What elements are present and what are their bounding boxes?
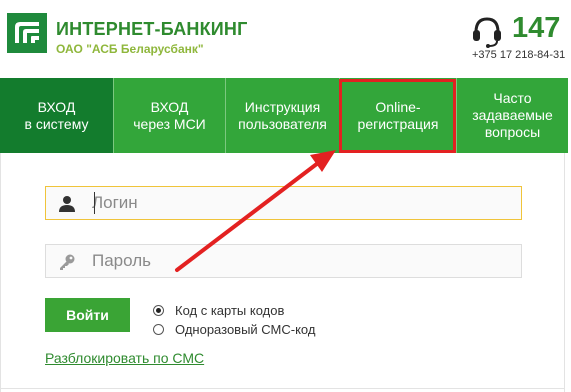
radio-button-unchecked[interactable] — [153, 324, 164, 335]
phone-number: +375 17 218-84-31 — [472, 49, 566, 61]
login-button[interactable]: Войти — [45, 298, 130, 332]
radio-label-code-card: Код с карты кодов — [175, 303, 285, 318]
radio-code-card[interactable]: Код с карты кодов — [153, 303, 284, 318]
login-input[interactable] — [92, 189, 512, 217]
key-icon — [58, 253, 76, 271]
password-input[interactable] — [92, 247, 512, 275]
radio-button-checked[interactable] — [153, 305, 164, 316]
text-cursor — [94, 192, 95, 214]
hotline-number: 147 — [512, 12, 561, 44]
unlock-by-sms-link[interactable]: Разблокировать по СМС — [45, 350, 204, 366]
main-nav: ВХОД в систему ВХОД через МСИ Инструкция… — [0, 78, 568, 163]
page-header: ИНТЕРНЕТ-БАНКИНГ ОАО "АСБ Беларусбанк" 1… — [0, 0, 571, 78]
tab-login[interactable]: ВХОД в систему — [0, 78, 114, 163]
radio-label-sms-code: Одноразовый СМС-код — [175, 322, 316, 337]
headset-icon — [471, 14, 503, 48]
annotation-highlight-box — [339, 79, 456, 153]
panel-divider — [0, 388, 565, 389]
tab-faq[interactable]: Часто задаваемые вопросы — [457, 78, 568, 153]
password-field[interactable] — [45, 244, 522, 278]
radio-sms-code[interactable]: Одноразовый СМС-код — [153, 322, 315, 337]
login-field[interactable] — [45, 186, 522, 220]
tab-login-msi[interactable]: ВХОД через МСИ — [114, 78, 226, 153]
user-icon — [58, 195, 76, 213]
brand-subtitle: ОАО "АСБ Беларусбанк" — [56, 42, 204, 56]
bank-logo-icon[interactable] — [7, 13, 47, 53]
tab-user-guide[interactable]: Инструкция пользователя — [226, 78, 340, 153]
brand-title: ИНТЕРНЕТ-БАНКИНГ — [56, 19, 248, 39]
